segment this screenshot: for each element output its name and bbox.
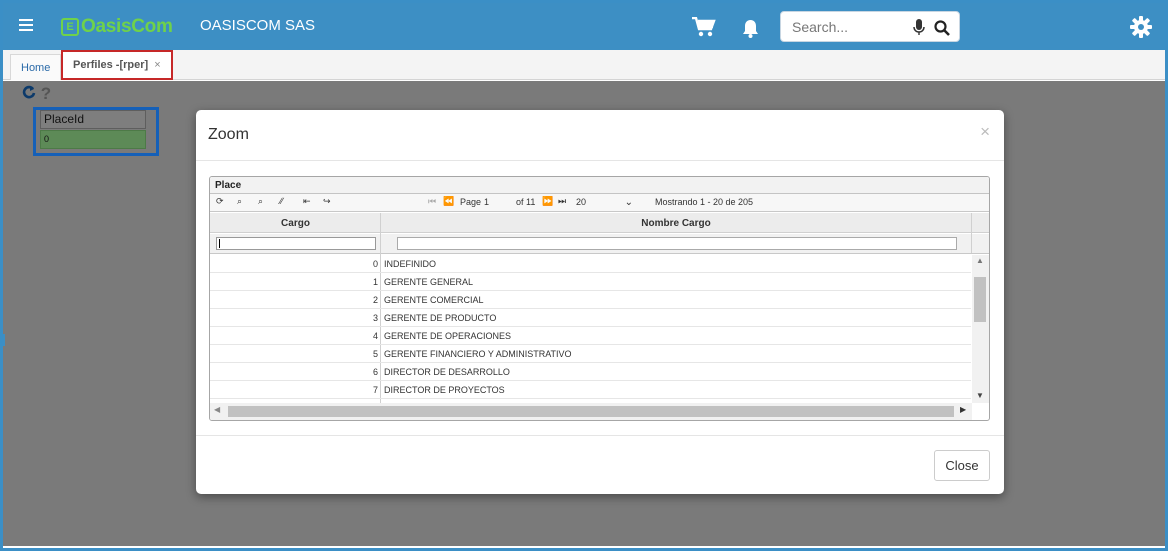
search-box[interactable]: Search...: [780, 11, 960, 42]
search-icon[interactable]: [934, 20, 950, 41]
logo-mark: E: [61, 18, 79, 36]
table-row[interactable]: 6 DIRECTOR DE DESARROLLO: [210, 363, 971, 381]
table-row[interactable]: 4 GERENTE DE OPERACIONES: [210, 327, 971, 345]
column-header-nombre-cargo[interactable]: Nombre Cargo: [381, 218, 971, 229]
column-divider: [971, 213, 972, 253]
next-page-icon[interactable]: ⏩: [542, 196, 553, 207]
horizontal-scrollbar[interactable]: ◀ ▶: [210, 403, 972, 420]
form-tools: ?: [22, 84, 51, 104]
grid-header: Cargo Nombre Cargo: [210, 213, 989, 233]
help-icon[interactable]: ?: [41, 84, 51, 103]
filter-row: [210, 234, 989, 254]
scroll-left-icon[interactable]: ◀: [214, 405, 220, 414]
nombre-cargo-filter-input[interactable]: [397, 237, 957, 250]
last-page-icon[interactable]: ⏭: [558, 196, 566, 207]
tab-perfiles-label: Perfiles -[rper]: [73, 59, 149, 71]
nombre-cell: DIRECTOR DE PROYECTOS: [384, 385, 505, 395]
redo-icon[interactable]: ↪: [323, 196, 331, 207]
cargo-cell: 2: [372, 295, 378, 305]
column-header-cargo[interactable]: Cargo: [210, 218, 381, 229]
cargo-filter-input[interactable]: [216, 237, 376, 250]
side-handle[interactable]: [3, 334, 5, 346]
menu-icon[interactable]: [19, 19, 33, 31]
cargo-cell: 1: [372, 277, 378, 287]
grid-toolbar: ⟳ ⌕ ⌕ ∕∕ ⇤ ↪ ⏮ ⏪ Page 1 of 11 ⏩ ⏭ 20 ⌄ M…: [210, 194, 989, 212]
refresh-icon[interactable]: ⟳: [216, 196, 224, 207]
nombre-cell: INDEFINIDO: [384, 259, 437, 269]
nombre-cell: GERENTE GENERAL: [384, 277, 474, 287]
placeid-field-group: PlaceId 0: [33, 107, 159, 156]
tab-perfiles[interactable]: Perfiles -[rper] ×: [61, 50, 173, 80]
cargo-cell: 3: [372, 313, 378, 323]
nombre-cell: GERENTE DE OPERACIONES: [384, 331, 512, 341]
cargo-cell: 4: [372, 331, 378, 341]
zoom-dialog: Zoom × Place ⟳ ⌕ ⌕ ∕∕ ⇤ ↪ ⏮ ⏪ Page 1 of …: [196, 110, 1004, 494]
logo-text: Oasis: [81, 16, 132, 37]
placeid-input[interactable]: 0: [40, 130, 146, 149]
table-row[interactable]: 1 GERENTE GENERAL: [210, 273, 971, 291]
zoom-in-icon[interactable]: ⌕: [237, 196, 242, 207]
record-info: Mostrando 1 - 20 de 205: [655, 197, 754, 207]
tab-home[interactable]: Home: [10, 54, 62, 80]
nombre-cell: GERENTE DE PRODUCTO: [384, 313, 497, 323]
first-page-icon[interactable]: ⏮: [428, 196, 436, 207]
close-button[interactable]: Close: [934, 450, 990, 481]
scroll-right-icon[interactable]: ▶: [960, 405, 966, 414]
table-row[interactable]: 5 GERENTE FINANCIERO Y ADMINISTRATIVO: [210, 345, 971, 363]
microphone-icon[interactable]: [913, 19, 925, 41]
scroll-thumb[interactable]: [228, 406, 954, 417]
page-size-value: 20: [576, 197, 587, 207]
page-label: Page: [460, 197, 482, 207]
chevron-down-icon: ⌄: [624, 197, 633, 208]
logo[interactable]: E Oasis Com: [61, 16, 173, 38]
grid-caption: Place: [210, 177, 989, 194]
tab-bar: Home Perfiles -[rper] ×: [3, 50, 1165, 80]
page-count: of 11: [516, 197, 536, 207]
close-icon[interactable]: ×: [980, 122, 990, 142]
close-tab-icon[interactable]: ×: [154, 59, 160, 71]
clear-filter-icon[interactable]: ∕∕: [280, 196, 283, 206]
grid-body: 0 INDEFINIDO 1 GERENTE GENERAL 2 GERENTE CO…: [210, 255, 971, 399]
refresh-icon[interactable]: [22, 84, 41, 103]
nombre-cell: DIRECTOR DE DESARROLLO: [384, 367, 510, 377]
dialog-title: Zoom: [208, 126, 249, 143]
divider: [196, 435, 1004, 436]
placeid-label: PlaceId: [40, 110, 146, 129]
cargo-cell: 7: [372, 385, 378, 395]
table-row[interactable]: 2 GERENTE COMERCIAL: [210, 291, 971, 309]
page-size-select[interactable]: 20 ⌄: [574, 195, 635, 210]
table-row[interactable]: 7 DIRECTOR DE PROYECTOS: [210, 381, 971, 399]
scroll-down-icon[interactable]: ▼: [976, 391, 984, 400]
nombre-cell: GERENTE COMERCIAL: [384, 295, 484, 305]
divider: [196, 160, 1004, 161]
first-column-icon[interactable]: ⇤: [303, 196, 311, 207]
company-name: OASISCOM SAS: [200, 17, 316, 34]
scroll-up-icon[interactable]: ▲: [976, 256, 984, 265]
cargo-cell: 5: [372, 349, 378, 359]
bell-icon[interactable]: [742, 19, 759, 43]
zoom-out-icon[interactable]: ⌕: [258, 196, 263, 207]
nombre-cell: GERENTE FINANCIERO Y ADMINISTRATIVO: [384, 349, 572, 359]
logo-text-suffix: Com: [131, 16, 173, 37]
cargo-cell: 0: [372, 259, 378, 269]
page-input[interactable]: 1: [484, 197, 489, 207]
search-input[interactable]: Search...: [792, 19, 848, 35]
table-row[interactable]: 3 GERENTE DE PRODUCTO: [210, 309, 971, 327]
place-grid: Place ⟳ ⌕ ⌕ ∕∕ ⇤ ↪ ⏮ ⏪ Page 1 of 11 ⏩ ⏭ …: [209, 176, 990, 421]
table-row[interactable]: 0 INDEFINIDO: [210, 255, 971, 273]
prev-page-icon[interactable]: ⏪: [443, 196, 454, 207]
vertical-scrollbar[interactable]: ▲ ▼: [972, 255, 989, 403]
cargo-cell: 6: [372, 367, 378, 377]
scroll-thumb[interactable]: [974, 277, 986, 322]
top-bar: E Oasis Com OASISCOM SAS Search...: [3, 3, 1165, 50]
gear-icon[interactable]: [1130, 16, 1152, 43]
cart-icon[interactable]: [692, 16, 716, 43]
